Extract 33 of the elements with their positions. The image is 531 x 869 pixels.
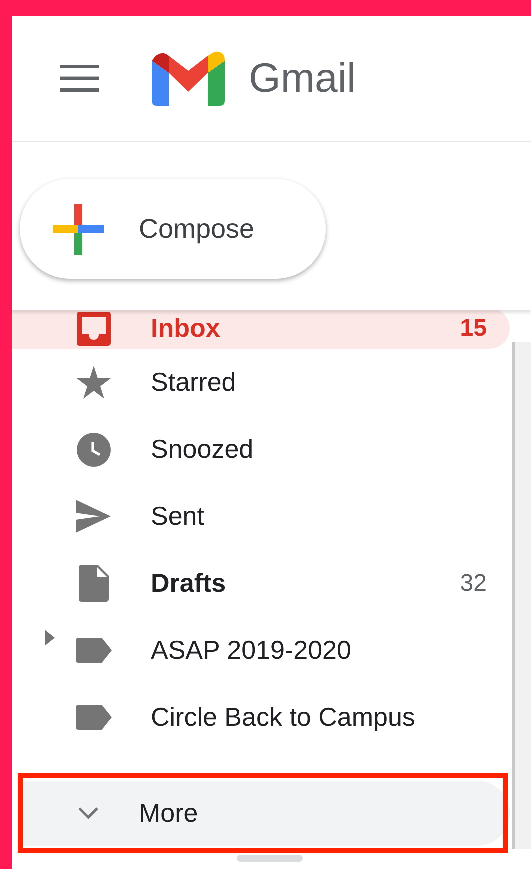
inbox-icon (76, 312, 110, 346)
nav-item[interactable]: Starred (12, 349, 510, 416)
nav-label: Circle Back to Campus (151, 701, 416, 734)
nav-label: Sent (151, 500, 206, 533)
nav-item[interactable]: Inbox 15 (12, 310, 510, 349)
caret-icon[interactable] (44, 630, 54, 646)
star-icon (76, 366, 110, 399)
chevron-down-icon (78, 807, 99, 820)
scrollbar[interactable] (512, 342, 531, 849)
nav-label: Drafts (151, 567, 228, 600)
app-title: Gmail (249, 58, 356, 99)
unread-count: 15 (460, 314, 487, 344)
nav-item[interactable]: ASAP 2019-2020 (12, 617, 510, 684)
compose-button[interactable]: Compose (20, 179, 326, 279)
nav-item[interactable]: Sent (12, 483, 510, 550)
nav-item[interactable]: Snoozed (12, 416, 510, 483)
label-icon (76, 705, 112, 730)
nav-label: ASAP 2019-2020 (151, 634, 352, 667)
nav-label: Snoozed (151, 433, 255, 466)
nav-item[interactable]: Drafts 32 (12, 550, 510, 617)
nav-item[interactable]: Circle Back to Campus (12, 684, 510, 751)
unread-count: 32 (460, 568, 487, 598)
nav-label: Inbox (151, 312, 222, 345)
menu-icon (60, 65, 98, 92)
plus-icon (53, 204, 104, 254)
resize-handle[interactable] (237, 855, 303, 862)
send-icon (76, 500, 111, 533)
nav-label: Starred (151, 366, 238, 399)
document-icon (78, 565, 108, 602)
logo-icon (152, 51, 225, 106)
clock-icon (76, 432, 110, 466)
label-icon (76, 638, 112, 663)
more-button[interactable]: More (22, 781, 510, 846)
